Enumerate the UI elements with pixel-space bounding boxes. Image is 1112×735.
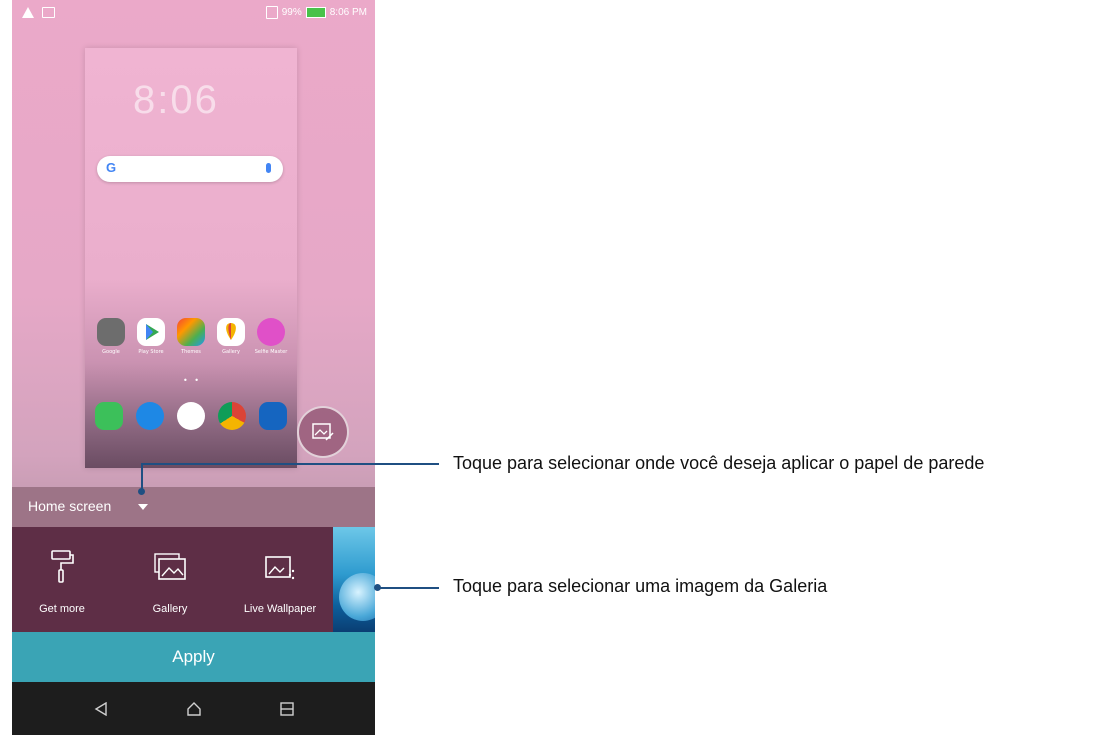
home-icon	[187, 702, 201, 716]
wallpaper-preview: 8:06 G Google Play Store Themes Gallery …	[85, 48, 297, 468]
wallpaper-source-tray: Get more Gallery Live Wallpaper	[12, 527, 375, 632]
apply-target-selector[interactable]: Home screen	[12, 487, 375, 527]
phone-screen: 99% 8:06 PM 8:06 G Google Play Store The…	[12, 0, 375, 735]
status-time: 8:06 PM	[329, 7, 367, 18]
chrome-icon	[218, 402, 246, 430]
preview-search-bar: G	[97, 156, 283, 182]
preview-app-label: Gallery	[222, 349, 240, 355]
preview-app-row: Google Play Store Themes Gallery Selfie …	[95, 318, 287, 355]
image-notification-icon	[42, 7, 55, 18]
recents-button[interactable]	[275, 697, 299, 721]
preview-app-label: Play Store	[138, 349, 164, 355]
gallery-stack-icon	[150, 547, 190, 587]
themes-icon	[177, 318, 205, 346]
preview-dock	[95, 402, 287, 430]
water-drop-image	[339, 573, 375, 621]
preview-app: Google	[95, 318, 127, 355]
caret-down-icon	[138, 504, 148, 510]
navigation-bar	[12, 682, 375, 735]
preview-app-label: Themes	[181, 349, 201, 355]
gallery-button[interactable]: Gallery	[120, 527, 220, 632]
back-button[interactable]	[89, 697, 113, 721]
callout-line-bottom	[378, 587, 439, 589]
live-wallpaper-icon	[260, 547, 300, 587]
battery-percent: 99%	[281, 7, 302, 18]
edit-wallpaper-button[interactable]	[297, 406, 349, 458]
battery-icon	[305, 7, 326, 18]
paint-roller-icon	[42, 547, 82, 587]
page-indicator: • •	[183, 376, 201, 385]
preview-clock: 8:06	[133, 78, 219, 122]
mic-icon	[266, 163, 271, 173]
google-g-icon: G	[106, 160, 117, 175]
back-icon	[94, 702, 107, 716]
preview-app: Gallery	[215, 318, 247, 355]
preview-app-label: Google	[102, 349, 120, 355]
callout-line-top-vertical	[141, 464, 143, 491]
recents-icon	[280, 702, 294, 716]
preview-app: Themes	[175, 318, 207, 355]
selector-label: Home screen	[28, 498, 112, 514]
home-button[interactable]	[182, 697, 206, 721]
callout-line-top-horizontal	[141, 463, 439, 465]
google-folder-icon	[97, 318, 125, 346]
messages-icon	[136, 402, 164, 430]
callout-text-bottom: Toque para selecionar uma imagem da Gale…	[453, 576, 828, 596]
preview-app-label: Selfie Master	[254, 349, 288, 355]
preview-app: Play Store	[135, 318, 167, 355]
selfie-master-icon	[257, 318, 285, 346]
sim-icon	[265, 6, 278, 19]
camera-icon	[259, 402, 287, 430]
edit-image-icon	[312, 423, 334, 441]
callout-text-top: Toque para selecionar onde você deseja a…	[453, 453, 985, 473]
tray-item-label: Live Wallpaper	[243, 603, 317, 615]
preview-app: Selfie Master	[255, 318, 287, 355]
tray-item-label: Get more	[39, 603, 85, 615]
apply-button[interactable]: Apply	[12, 632, 375, 682]
live-wallpaper-button[interactable]: Live Wallpaper	[228, 527, 332, 632]
tray-item-label: Gallery	[152, 603, 188, 615]
play-store-icon	[137, 318, 165, 346]
gallery-icon	[217, 318, 245, 346]
status-bar: 99% 8:06 PM	[12, 0, 375, 28]
app-drawer-icon	[177, 402, 205, 430]
live-wallpaper-thumbnail[interactable]	[333, 527, 375, 632]
get-more-button[interactable]: Get more	[12, 527, 112, 632]
phone-icon	[95, 402, 123, 430]
warning-icon	[22, 7, 34, 18]
